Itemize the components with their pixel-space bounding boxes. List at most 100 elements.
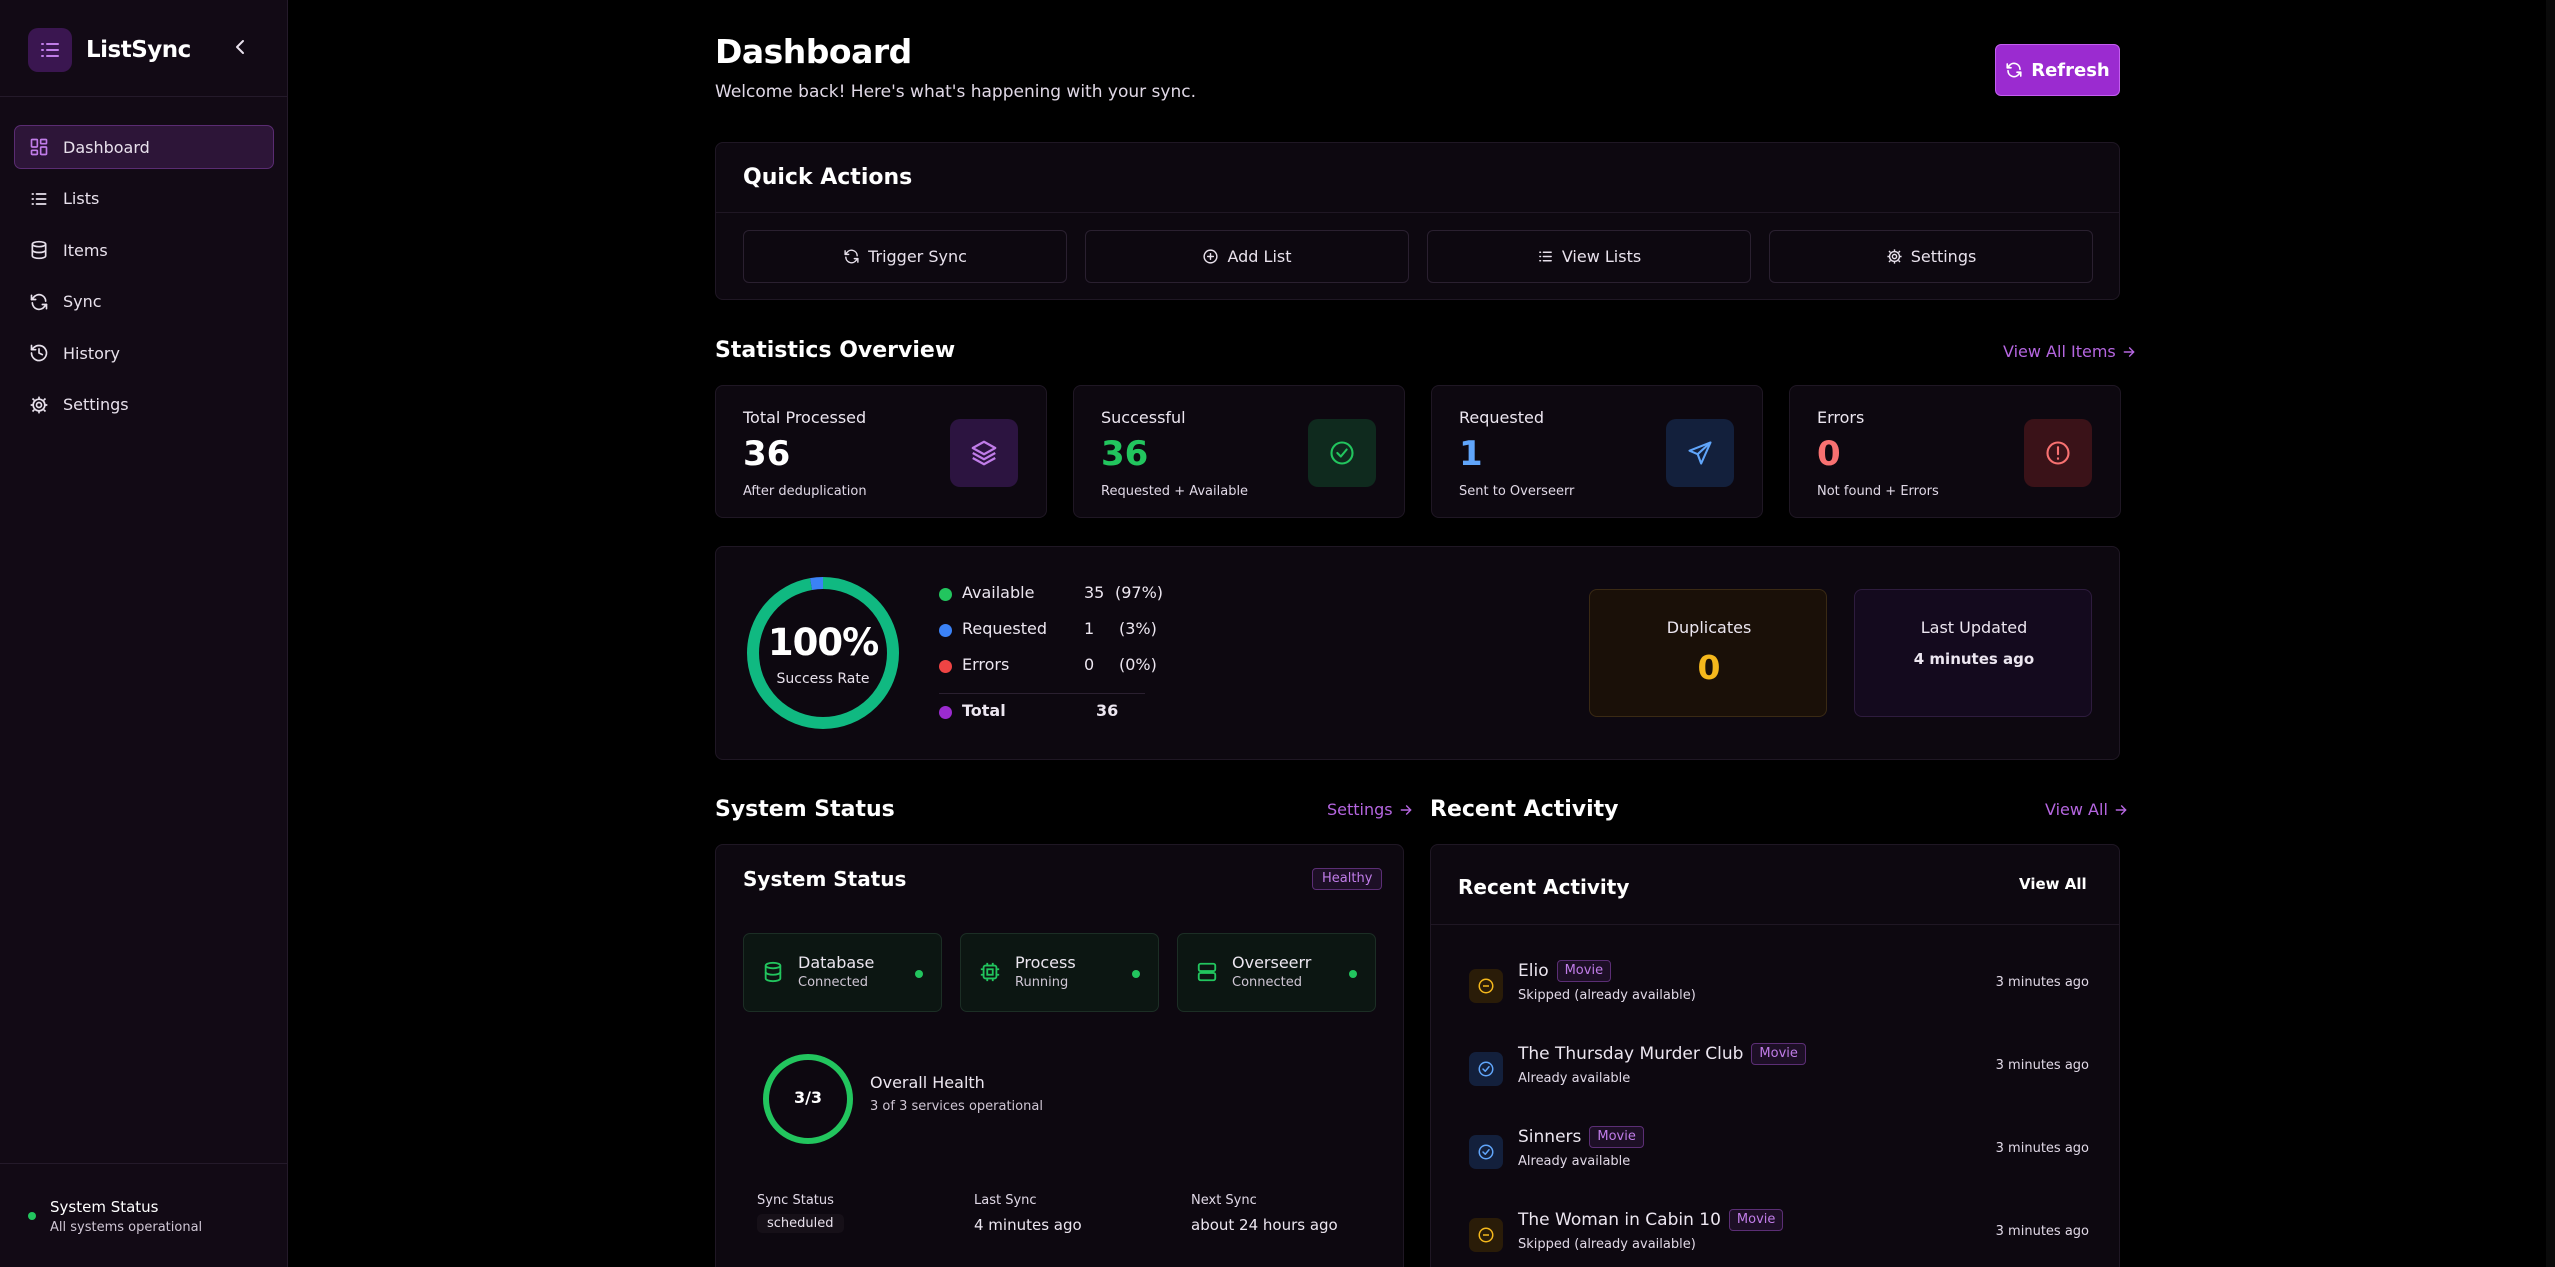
health-value: 3/3: [793, 1088, 823, 1107]
app-name: ListSync: [86, 37, 191, 63]
divider: [939, 693, 1145, 694]
stat-value: 0: [1817, 434, 1841, 474]
stat-label: Total Processed: [743, 408, 867, 427]
add-list-button[interactable]: Add List: [1085, 230, 1409, 283]
sync-key: Next Sync: [1191, 1193, 1257, 1208]
trigger-sync-button[interactable]: Trigger Sync: [743, 230, 1067, 283]
page-scrollbar[interactable]: [2546, 0, 2555, 1267]
sync-key: Last Sync: [974, 1193, 1037, 1208]
refresh-button[interactable]: Refresh: [1995, 44, 2120, 96]
view-lists-button[interactable]: View Lists: [1427, 230, 1751, 283]
status-dot: [915, 970, 923, 978]
stat-desc: Not found + Errors: [1817, 484, 1939, 499]
service-process: Process Running: [960, 933, 1159, 1012]
activity-time: 3 minutes ago: [1995, 1224, 2089, 1239]
status-badge: Healthy: [1312, 868, 1383, 890]
activity-item[interactable]: The Woman in Cabin 10 Movie Skipped (alre…: [1469, 1206, 2089, 1266]
sidebar-item-dashboard[interactable]: Dashboard: [14, 125, 274, 169]
view-all-items-link[interactable]: View All Items: [2003, 342, 2136, 361]
collapse-sidebar-button[interactable]: [228, 32, 252, 62]
minus-circle-icon: [1469, 969, 1503, 1003]
settings-button[interactable]: Settings: [1769, 230, 2093, 283]
status-dot: [1132, 970, 1140, 978]
arrow-right-icon: [1400, 804, 1411, 815]
gear-icon: [1887, 249, 1902, 264]
media-type-badge: Movie: [1556, 960, 1612, 982]
divider: [0, 1163, 288, 1164]
last-updated-box: Last Updated 4 minutes ago: [1854, 589, 2092, 717]
breakdown-card: 100% Success Rate Available 35 (97%) Req…: [715, 546, 2120, 760]
system-status-section-title: System Status: [715, 797, 895, 822]
sync-value: scheduled: [757, 1214, 844, 1233]
button-label: View Lists: [1561, 247, 1642, 266]
page-subtitle: Welcome back! Here's what's happening wi…: [715, 82, 1196, 102]
last-updated-value: 4 minutes ago: [1913, 650, 2035, 668]
view-all-button[interactable]: View All: [2019, 875, 2087, 893]
sidebar: ListSync Dashboard Lists Items Sync Hist…: [0, 0, 288, 1267]
overall-health-ring: 3/3: [761, 1052, 855, 1146]
legend-name: Requested: [962, 619, 1047, 638]
brand[interactable]: ListSync: [28, 28, 191, 72]
sidebar-item-settings[interactable]: Settings: [14, 383, 274, 427]
activity-time: 3 minutes ago: [1995, 1058, 2089, 1073]
sync-value: 4 minutes ago: [974, 1216, 1082, 1234]
activity-title: The Woman in Cabin 10: [1518, 1210, 1721, 1230]
system-status-subtitle: All systems operational: [50, 1220, 203, 1235]
server-icon: [1197, 962, 1217, 982]
activity-time: 3 minutes ago: [1995, 975, 2089, 990]
activity-item[interactable]: The Thursday Murder Club Movie Already av…: [1469, 1040, 2089, 1100]
check-circle-icon: [1308, 419, 1376, 487]
activity-status: Skipped (already available): [1518, 1237, 1696, 1252]
chevron-left-icon: [236, 40, 244, 54]
sidebar-item-history[interactable]: History: [14, 331, 274, 375]
list-icon: [28, 28, 72, 72]
view-all-activity-link[interactable]: View All: [2045, 800, 2128, 819]
activity-title: The Thursday Murder Club: [1518, 1044, 1744, 1064]
legend-value: 36: [1096, 701, 1119, 720]
sync-value: about 24 hours ago: [1191, 1216, 1338, 1234]
legend-dot: [939, 706, 952, 719]
check-circle-icon: [1469, 1135, 1503, 1169]
service-status: Connected: [798, 975, 869, 990]
stat-desc: Requested + Available: [1101, 484, 1249, 499]
arrow-right-icon: [2115, 804, 2127, 815]
link-label: View All: [2045, 800, 2108, 819]
sync-icon: [844, 249, 859, 264]
success-rate-value: 100%: [767, 621, 879, 664]
sidebar-item-sync[interactable]: Sync: [14, 280, 274, 324]
activity-status: Already available: [1518, 1071, 1631, 1086]
arrow-right-icon: [2123, 346, 2135, 357]
activity-status: Skipped (already available): [1518, 988, 1696, 1003]
button-label: Settings: [1910, 247, 1977, 266]
statistics-title: Statistics Overview: [715, 338, 956, 363]
activity-item[interactable]: Elio Movie Skipped (already available) 3 …: [1469, 957, 2089, 1017]
list-icon: [1538, 251, 1552, 262]
activity-item[interactable]: Sinners Movie Already available 3 minutes…: [1469, 1123, 2089, 1183]
activity-title: Sinners: [1518, 1127, 1582, 1147]
sidebar-item-lists[interactable]: Lists: [14, 177, 274, 221]
success-rate-label: Success Rate: [776, 671, 870, 687]
sidebar-item-items[interactable]: Items: [14, 228, 274, 272]
gear-icon: [30, 396, 48, 414]
refresh-label: Refresh: [2031, 59, 2110, 81]
stat-card-total: Total Processed 36 After deduplication: [715, 385, 1047, 518]
activity-time: 3 minutes ago: [1995, 1141, 2089, 1156]
legend-pct: (0%): [1119, 655, 1157, 674]
sidebar-item-label: History: [63, 343, 120, 363]
legend-dot: [939, 588, 952, 601]
system-settings-link[interactable]: Settings: [1327, 800, 1413, 819]
legend-name: Errors: [962, 655, 1010, 674]
stat-label: Requested: [1459, 408, 1544, 427]
health-title: Overall Health: [870, 1073, 985, 1092]
check-circle-icon: [1469, 1052, 1503, 1086]
media-type-badge: Movie: [1728, 1209, 1784, 1231]
service-name: Process: [1015, 953, 1076, 972]
recent-activity-section-title: Recent Activity: [1430, 797, 1619, 822]
database-icon: [31, 241, 47, 260]
service-overseerr: Overseerr Connected: [1177, 933, 1376, 1012]
service-database: Database Connected: [743, 933, 942, 1012]
minus-circle-icon: [1469, 1218, 1503, 1252]
legend-pct: (3%): [1119, 619, 1157, 638]
legend-value: 1: [1084, 619, 1095, 638]
button-label: Add List: [1227, 247, 1292, 266]
